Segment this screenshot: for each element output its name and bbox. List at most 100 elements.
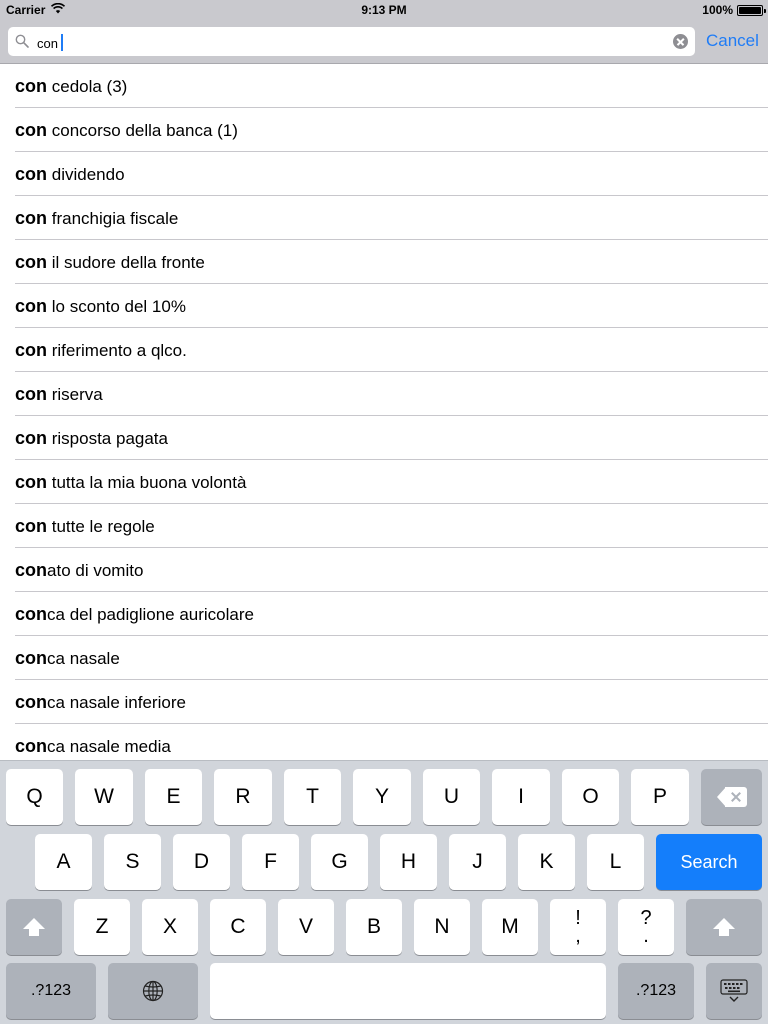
result-row[interactable]: con concorso della banca (1) [15, 108, 768, 152]
result-match-text: con [15, 516, 48, 536]
result-rest-text: franchigia fiscale [47, 209, 179, 228]
keyboard-dismiss-icon [720, 979, 748, 1003]
result-match-text: con [15, 472, 48, 492]
clock: 9:13 PM [361, 3, 407, 17]
key-i[interactable]: I [492, 769, 550, 825]
key-u[interactable]: U [423, 769, 480, 825]
key-question-period[interactable]: ?. [618, 899, 674, 955]
result-row[interactable]: con cedola (3) [15, 64, 768, 108]
search-header: Carrier 9:13 PM 100% con Cancel [0, 0, 768, 64]
result-match-text: con [15, 560, 48, 580]
key-h[interactable]: H [380, 834, 437, 890]
result-row[interactable]: conca nasale [15, 636, 768, 680]
result-row[interactable]: con riferimento a qlco. [15, 328, 768, 372]
key-r[interactable]: R [214, 769, 272, 825]
result-rest-text: riserva [47, 385, 103, 404]
result-row[interactable]: con franchigia fiscale [15, 196, 768, 240]
key-g[interactable]: G [311, 834, 368, 890]
result-match-text: con [15, 252, 48, 272]
search-input[interactable]: con [8, 27, 695, 56]
key-x[interactable]: X [142, 899, 198, 955]
result-match-text: con [15, 296, 48, 316]
result-rest-text: riferimento a qlco. [47, 341, 187, 360]
dismiss-keyboard-key[interactable] [706, 963, 762, 1019]
result-match-text: con [15, 736, 48, 756]
key-z[interactable]: Z [74, 899, 130, 955]
shift-key-left[interactable] [6, 899, 62, 955]
key-a[interactable]: A [35, 834, 92, 890]
result-row[interactable]: conca del padiglione auricolare [15, 592, 768, 636]
result-match-text: con [15, 208, 48, 228]
result-match-text: con [15, 428, 48, 448]
result-rest-text: tutte le regole [47, 517, 155, 536]
key-comma-label: , [575, 925, 581, 948]
key-p[interactable]: P [631, 769, 689, 825]
key-f[interactable]: F [242, 834, 299, 890]
key-t[interactable]: T [284, 769, 341, 825]
results-list: con cedola (3) con concorso della banca (… [0, 64, 768, 760]
result-row[interactable]: con il sudore della fronte [15, 240, 768, 284]
space-bar[interactable] [210, 963, 606, 1019]
shift-icon [23, 918, 45, 936]
delete-key[interactable] [701, 769, 762, 825]
key-d[interactable]: D [173, 834, 230, 890]
search-icon [15, 34, 29, 48]
shift-key-right[interactable] [686, 899, 762, 955]
numbers-key-right[interactable]: .?123 [618, 963, 694, 1019]
text-cursor [60, 34, 63, 51]
key-exclaim-comma[interactable]: !, [550, 899, 606, 955]
result-rest-text: cedola (3) [47, 77, 128, 96]
result-rest-text: risposta pagata [47, 429, 168, 448]
result-rest-text: tutta la mia buona volontà [47, 473, 247, 492]
key-v[interactable]: V [278, 899, 334, 955]
result-match-text: con [15, 692, 48, 712]
key-e[interactable]: E [145, 769, 202, 825]
clear-search-icon[interactable] [673, 34, 688, 49]
result-row[interactable]: con risposta pagata [15, 416, 768, 460]
key-q[interactable]: Q [6, 769, 63, 825]
result-rest-text: lo sconto del 10% [47, 297, 186, 316]
result-rest-text: ca nasale [47, 649, 120, 668]
result-row[interactable]: con tutta la mia buona volontà [15, 460, 768, 504]
result-rest-text: ca del padiglione auricolare [47, 605, 254, 624]
result-match-text: con [15, 120, 48, 140]
key-k[interactable]: K [518, 834, 575, 890]
key-period-label: . [643, 925, 649, 948]
result-row[interactable]: con riserva [15, 372, 768, 416]
result-row[interactable]: con tutte le regole [15, 504, 768, 548]
search-key[interactable]: Search [656, 834, 762, 890]
search-query-text: con [37, 36, 58, 51]
key-o[interactable]: O [562, 769, 619, 825]
result-rest-text: ato di vomito [47, 561, 144, 580]
key-n[interactable]: N [414, 899, 470, 955]
key-j[interactable]: J [449, 834, 506, 890]
result-match-text: con [15, 604, 48, 624]
key-m[interactable]: M [482, 899, 538, 955]
result-rest-text: ca nasale media [47, 737, 171, 756]
result-row[interactable]: con dividendo [15, 152, 768, 196]
key-b[interactable]: B [346, 899, 402, 955]
result-rest-text: ca nasale inferiore [47, 693, 186, 712]
result-rest-text: il sudore della fronte [47, 253, 205, 272]
result-match-text: con [15, 340, 48, 360]
backspace-icon [716, 787, 747, 808]
keyboard: Q W E R T Y U I O P A S D F G H J K L Se… [0, 760, 768, 1024]
key-y[interactable]: Y [353, 769, 411, 825]
result-row[interactable]: conca nasale inferiore [15, 680, 768, 724]
result-rest-text: dividendo [47, 165, 125, 184]
key-c[interactable]: C [210, 899, 266, 955]
result-match-text: con [15, 648, 48, 668]
globe-icon [142, 981, 164, 1002]
battery-icon [737, 5, 766, 16]
key-s[interactable]: S [104, 834, 161, 890]
globe-key[interactable] [108, 963, 198, 1019]
cancel-button[interactable]: Cancel [706, 31, 759, 51]
key-l[interactable]: L [587, 834, 644, 890]
result-row[interactable]: conca nasale media [15, 724, 768, 760]
result-match-text: con [15, 384, 48, 404]
key-w[interactable]: W [75, 769, 133, 825]
result-rest-text: concorso della banca (1) [47, 121, 238, 140]
result-row[interactable]: con lo sconto del 10% [15, 284, 768, 328]
result-row[interactable]: conato di vomito [15, 548, 768, 592]
numbers-key-left[interactable]: .?123 [6, 963, 96, 1019]
